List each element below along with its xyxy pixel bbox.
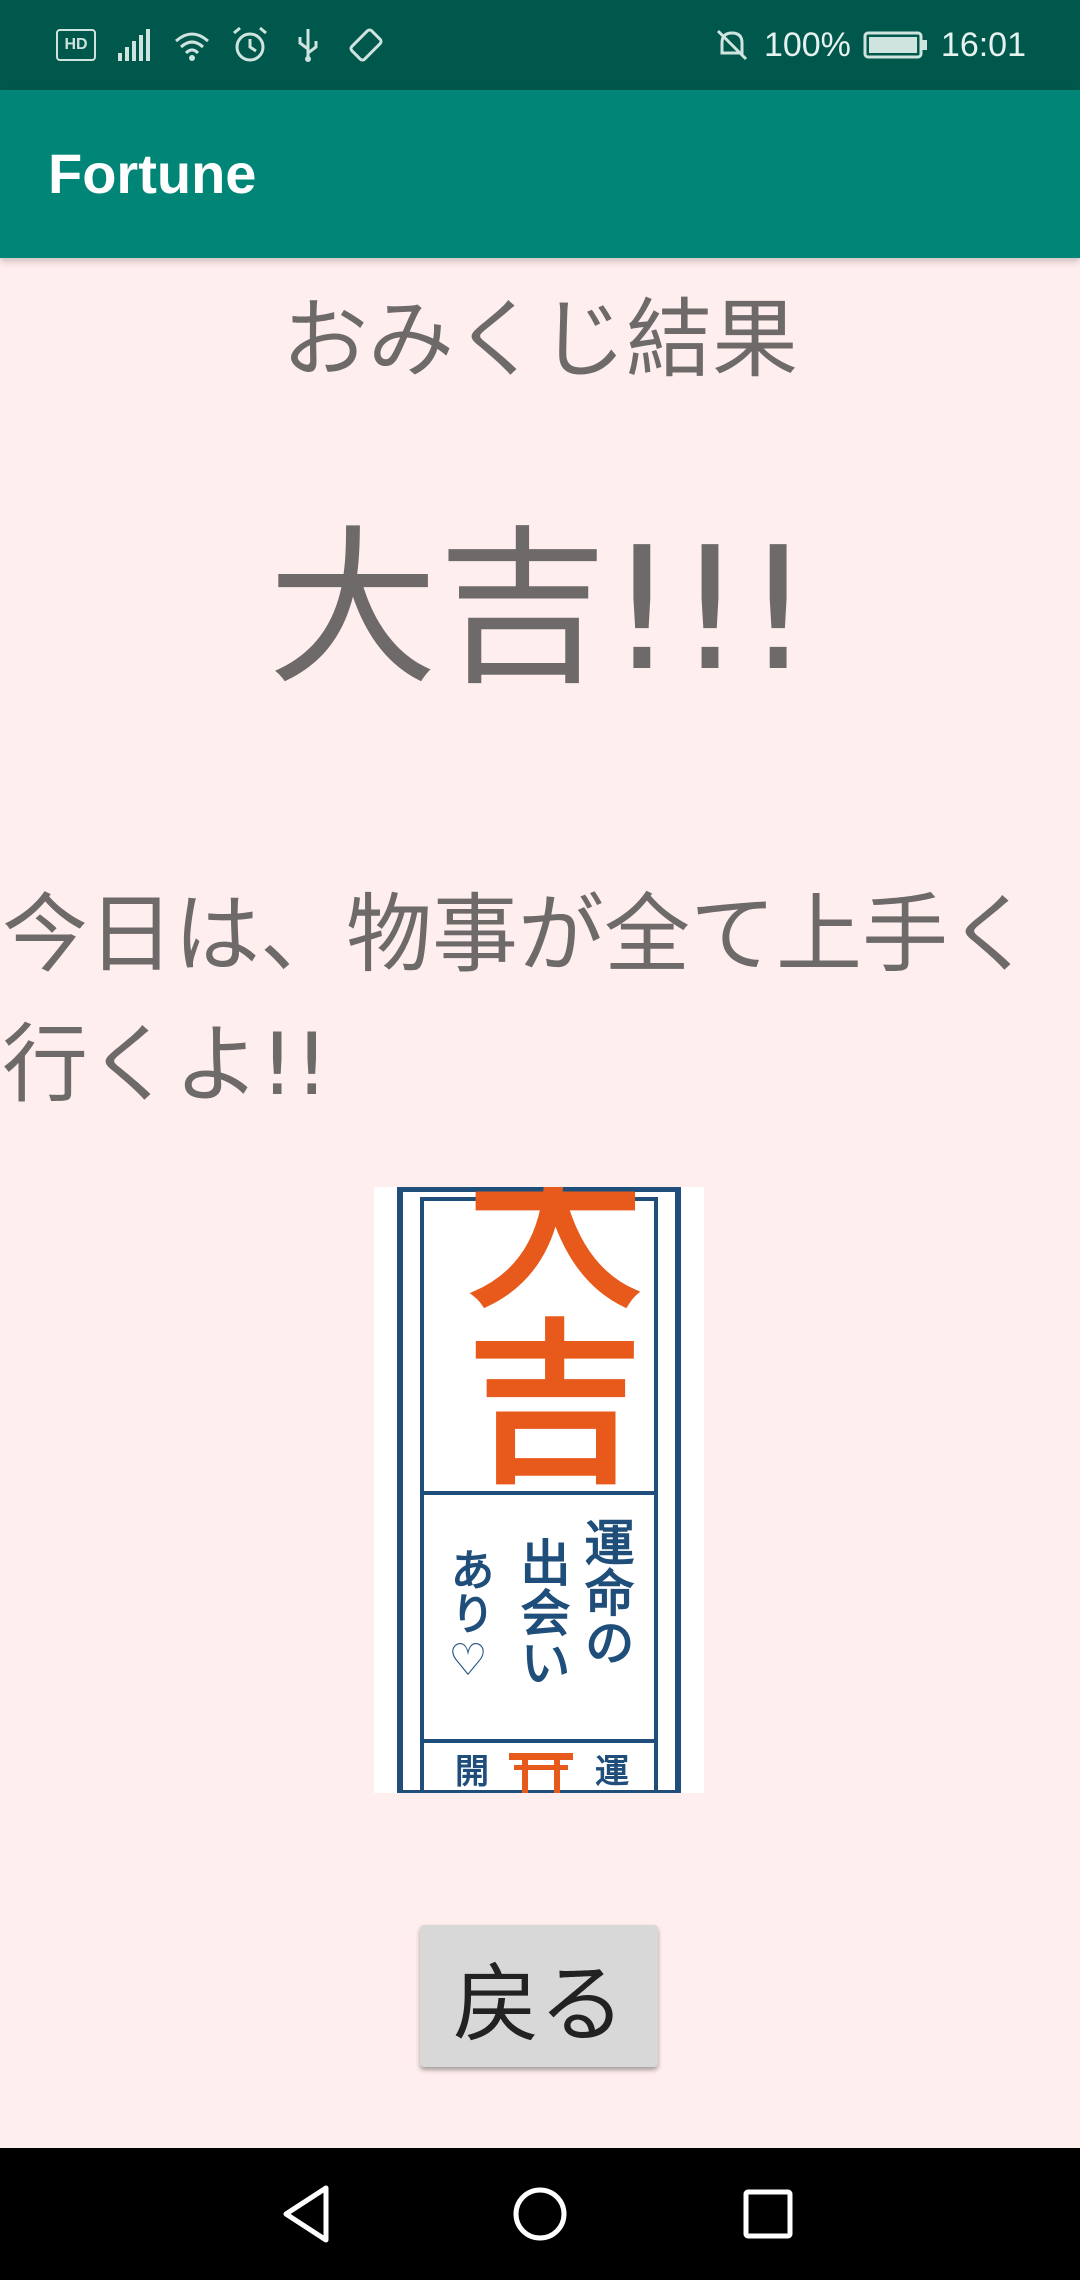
navigation-bar — [0, 2148, 1080, 2280]
back-nav-icon[interactable] — [268, 2174, 348, 2254]
alarm-icon — [233, 26, 267, 62]
status-bar: HD 100% 16:01 — [0, 0, 1080, 90]
fortune-message: 今日は、物事が全て上手く行くよ!! — [2, 885, 1034, 1115]
wifi-icon — [175, 32, 209, 61]
mute-notification-icon — [716, 29, 747, 61]
battery-percent: 100% — [763, 25, 851, 64]
card-right-column: 運命の — [577, 1517, 636, 1667]
card-bottom-left: 開 — [455, 1752, 489, 1792]
recents-nav-icon[interactable] — [728, 2174, 808, 2254]
app-title: Fortune — [48, 142, 257, 205]
app-bar: Fortune — [0, 90, 1080, 258]
omikuji-card-image: 大吉 運命の 出会い あり♡ 開 運 — [374, 1137, 704, 1796]
home-nav-icon[interactable] — [500, 2174, 580, 2254]
card-top-text: 大吉 — [438, 1187, 641, 1487]
signal-icon — [118, 29, 150, 61]
page-heading: おみくじ結果 — [282, 290, 798, 390]
status-left-icons: HD — [56, 0, 386, 90]
status-right-icons: 100% 16:01 — [712, 0, 1026, 90]
hd-badge: HD — [56, 29, 96, 61]
card-left-column: あり♡ — [443, 1547, 494, 1686]
card-middle-column: 出会い — [513, 1537, 572, 1687]
rotation-icon — [349, 28, 383, 62]
clock: 16:01 — [940, 25, 1026, 64]
fortune-result: 大吉!!! — [267, 511, 813, 709]
battery-icon — [863, 31, 927, 59]
omikuji-card-graphic: 大吉 運命の 出会い あり♡ 開 運 — [374, 1137, 704, 1796]
usb-icon — [298, 29, 318, 62]
back-button[interactable]: 戻る — [420, 1925, 658, 2067]
card-bottom-right: 運 — [595, 1752, 629, 1792]
